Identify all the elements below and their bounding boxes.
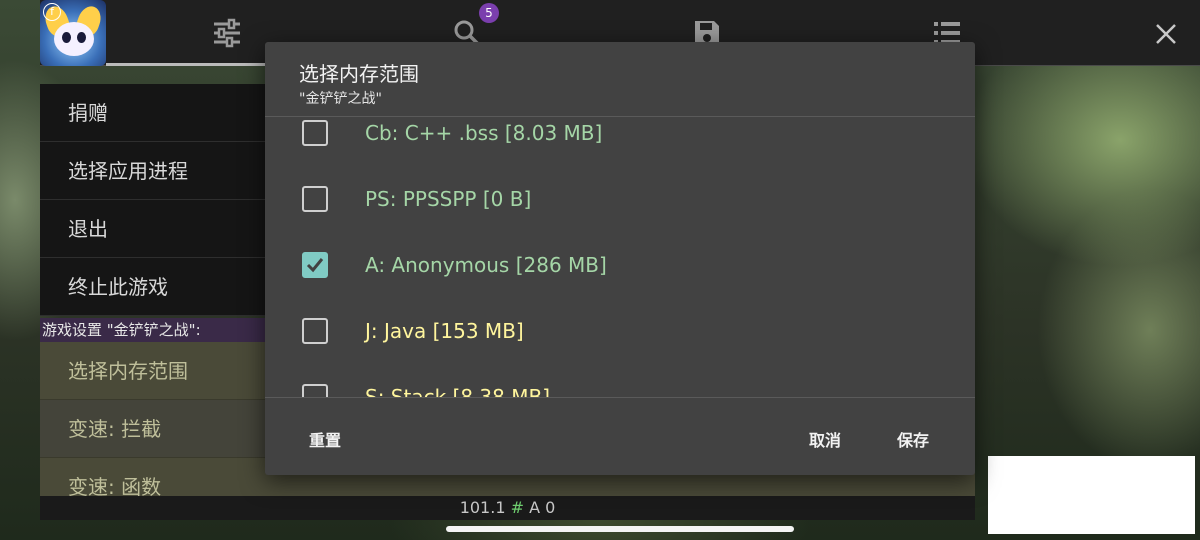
memory-option-row[interactable]: J: Java [153 MB] xyxy=(265,311,975,351)
memory-option-row[interactable]: S: Stack [8.38 MB] xyxy=(265,377,975,397)
sliders-icon[interactable] xyxy=(212,18,242,48)
memory-option-row[interactable]: Cb: C++ .bss [8.03 MB] xyxy=(265,117,975,153)
option-label: PS: PPSSPP [0 B] xyxy=(365,187,532,211)
reset-button[interactable]: 重置 xyxy=(309,427,341,451)
app-icon-badge: f xyxy=(43,3,61,21)
app-icon-face xyxy=(54,22,94,56)
option-label: A: Anonymous [286 MB] xyxy=(365,253,607,277)
option-checkbox[interactable] xyxy=(302,252,328,278)
memory-region-list[interactable]: Cb: C++ .bss [8.03 MB] PS: PPSSPP [0 B] … xyxy=(265,117,975,397)
search-count-badge: 5 xyxy=(479,3,499,23)
status-hash: # xyxy=(510,498,524,517)
app-icon-eye xyxy=(77,32,86,43)
dialog-title: 选择内存范围 xyxy=(299,62,419,86)
close-icon[interactable] xyxy=(1152,20,1180,48)
dialog-subtitle: "金铲铲之战" xyxy=(299,91,382,107)
option-label: Cb: C++ .bss [8.03 MB] xyxy=(365,121,603,145)
option-checkbox[interactable] xyxy=(302,186,328,212)
status-mode: A 0 xyxy=(529,498,556,517)
status-bar: 101.1 # A 0 xyxy=(40,496,975,520)
dialog-divider xyxy=(265,397,975,398)
overlay-patch xyxy=(988,456,1195,534)
app-icon[interactable]: f xyxy=(40,0,106,66)
status-version: 101.1 xyxy=(459,498,506,517)
option-checkbox[interactable] xyxy=(302,120,328,146)
option-label: S: Stack [8.38 MB] xyxy=(365,385,550,397)
cancel-button[interactable]: 取消 xyxy=(809,427,841,451)
memory-option-row[interactable]: A: Anonymous [286 MB] xyxy=(265,245,975,285)
app-icon-eye xyxy=(62,32,71,43)
option-label: J: Java [153 MB] xyxy=(365,319,524,343)
active-tab-indicator xyxy=(106,63,266,66)
save-button[interactable]: 保存 xyxy=(897,427,929,451)
checkmark-icon xyxy=(306,258,324,273)
memory-option-row[interactable]: PS: PPSSPP [0 B] xyxy=(265,179,975,219)
option-checkbox[interactable] xyxy=(302,384,328,397)
memory-range-dialog: 选择内存范围 "金铲铲之战" Cb: C++ .bss [8.03 MB] PS… xyxy=(265,42,975,475)
home-indicator[interactable] xyxy=(446,526,794,532)
option-checkbox[interactable] xyxy=(302,318,328,344)
